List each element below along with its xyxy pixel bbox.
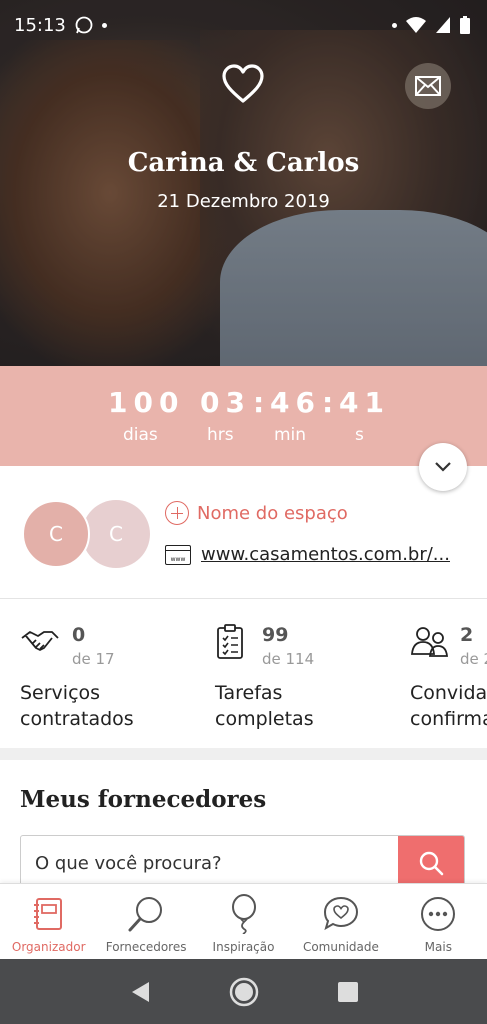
couple-names: Carina & Carlos [127, 148, 360, 178]
search-button[interactable] [398, 836, 464, 890]
countdown-hours-label: hrs [207, 425, 234, 445]
envelope-icon [415, 76, 441, 96]
signal-icon [436, 17, 450, 33]
stat-guests[interactable]: 2 de 2 Convidados confirmados [410, 600, 487, 748]
stats-row: 0 de 17 Serviços contratados 99 de 114 T… [0, 600, 487, 748]
heart-icon[interactable] [221, 64, 265, 104]
stat-services[interactable]: 0 de 17 Serviços contratados [20, 600, 220, 748]
balloon-icon [224, 894, 264, 934]
avatar[interactable]: C [22, 500, 90, 568]
wedding-date: 21 Dezembro 2019 [157, 191, 330, 212]
countdown-seconds-label: s [355, 425, 364, 445]
guests-icon [411, 627, 448, 657]
clipboard-checklist-icon [217, 624, 243, 659]
add-venue-link[interactable]: Nome do espaço [165, 501, 348, 525]
couple-section: C C Nome do espaço www www.casamentos.co… [0, 466, 487, 599]
notification-dot [392, 22, 397, 28]
countdown-separator: : [253, 386, 265, 419]
recents-icon[interactable] [337, 981, 359, 1003]
stat-label-line: completas [215, 708, 314, 730]
stat-total: de 17 [72, 650, 115, 668]
tab-label: Inspiração [212, 940, 275, 954]
bottom-tab-bar: Organizador Fornecedores Inspiração Comu… [0, 883, 487, 959]
stat-value: 0 [72, 624, 86, 646]
tab-label: Fornecedores [105, 940, 187, 954]
chevron-down-icon [435, 462, 451, 472]
venue-label: Nome do espaço [197, 502, 348, 524]
website-url: www.casamentos.com.br/... [201, 544, 450, 565]
wifi-icon [406, 17, 426, 33]
tab-label: Mais [424, 940, 452, 954]
tab-mais[interactable]: Mais [390, 884, 487, 959]
website-link[interactable]: www www.casamentos.com.br/... [165, 544, 450, 565]
section-title: Meus fornecedores [20, 786, 267, 813]
more-icon [418, 894, 458, 934]
tab-organizador[interactable]: Organizador [0, 884, 97, 959]
whatsapp-icon [75, 16, 93, 34]
stat-value: 99 [262, 624, 289, 646]
tab-fornecedores[interactable]: Fornecedores [97, 884, 194, 959]
countdown: 100 03 : 46 : 41 dias hrs min s [0, 366, 487, 466]
stat-label: Tarefas completas [215, 680, 314, 732]
stat-label: Convidados confirmados [410, 680, 487, 732]
countdown-days-label: dias [123, 425, 158, 445]
home-icon[interactable] [228, 976, 260, 1008]
stat-label-line: Serviços [20, 682, 101, 704]
chat-heart-icon [321, 894, 361, 934]
search-input[interactable]: O que você procura? [21, 836, 398, 890]
countdown-minutes-label: min [274, 425, 307, 445]
stat-label-line: Convidados [410, 682, 487, 704]
stat-label-line: Tarefas [215, 682, 283, 704]
plus-circle-icon [165, 501, 189, 525]
magnifier-icon [126, 894, 166, 934]
status-bar: 15:13 [0, 0, 487, 50]
tab-inspiracao[interactable]: Inspiração [195, 884, 292, 959]
notification-dot [101, 22, 107, 28]
stat-label-line: contratados [20, 708, 134, 730]
handshake-icon [21, 631, 59, 651]
stat-total: de 114 [262, 650, 315, 668]
search-icon [419, 851, 444, 876]
stat-tasks[interactable]: 99 de 114 Tarefas completas [215, 600, 415, 748]
expand-button[interactable] [419, 443, 467, 491]
avatar[interactable]: C [82, 500, 150, 568]
stat-label-line: confirmados [410, 708, 487, 730]
countdown-days: 100 [108, 386, 185, 419]
tab-comunidade[interactable]: Comunidade [292, 884, 389, 959]
countdown-separator: : [322, 386, 334, 419]
hero-photo [0, 0, 487, 366]
stat-label: Serviços contratados [20, 680, 134, 732]
back-icon[interactable] [129, 980, 151, 1004]
countdown-seconds: 41 [339, 386, 390, 419]
countdown-hours: 03 [200, 386, 251, 419]
countdown-minutes: 46 [270, 386, 321, 419]
mail-button[interactable] [405, 63, 451, 109]
tab-label: Organizador [11, 940, 86, 954]
status-time: 15:13 [14, 14, 66, 36]
notebook-icon [29, 894, 69, 934]
tab-label: Comunidade [302, 940, 379, 954]
stat-total: de 2 [460, 650, 487, 668]
system-nav-bar [0, 959, 487, 1024]
hero-overlay [0, 0, 487, 366]
stat-value: 2 [460, 624, 474, 646]
browser-icon: www [165, 544, 191, 565]
section-divider [0, 748, 487, 760]
battery-icon [460, 16, 470, 34]
